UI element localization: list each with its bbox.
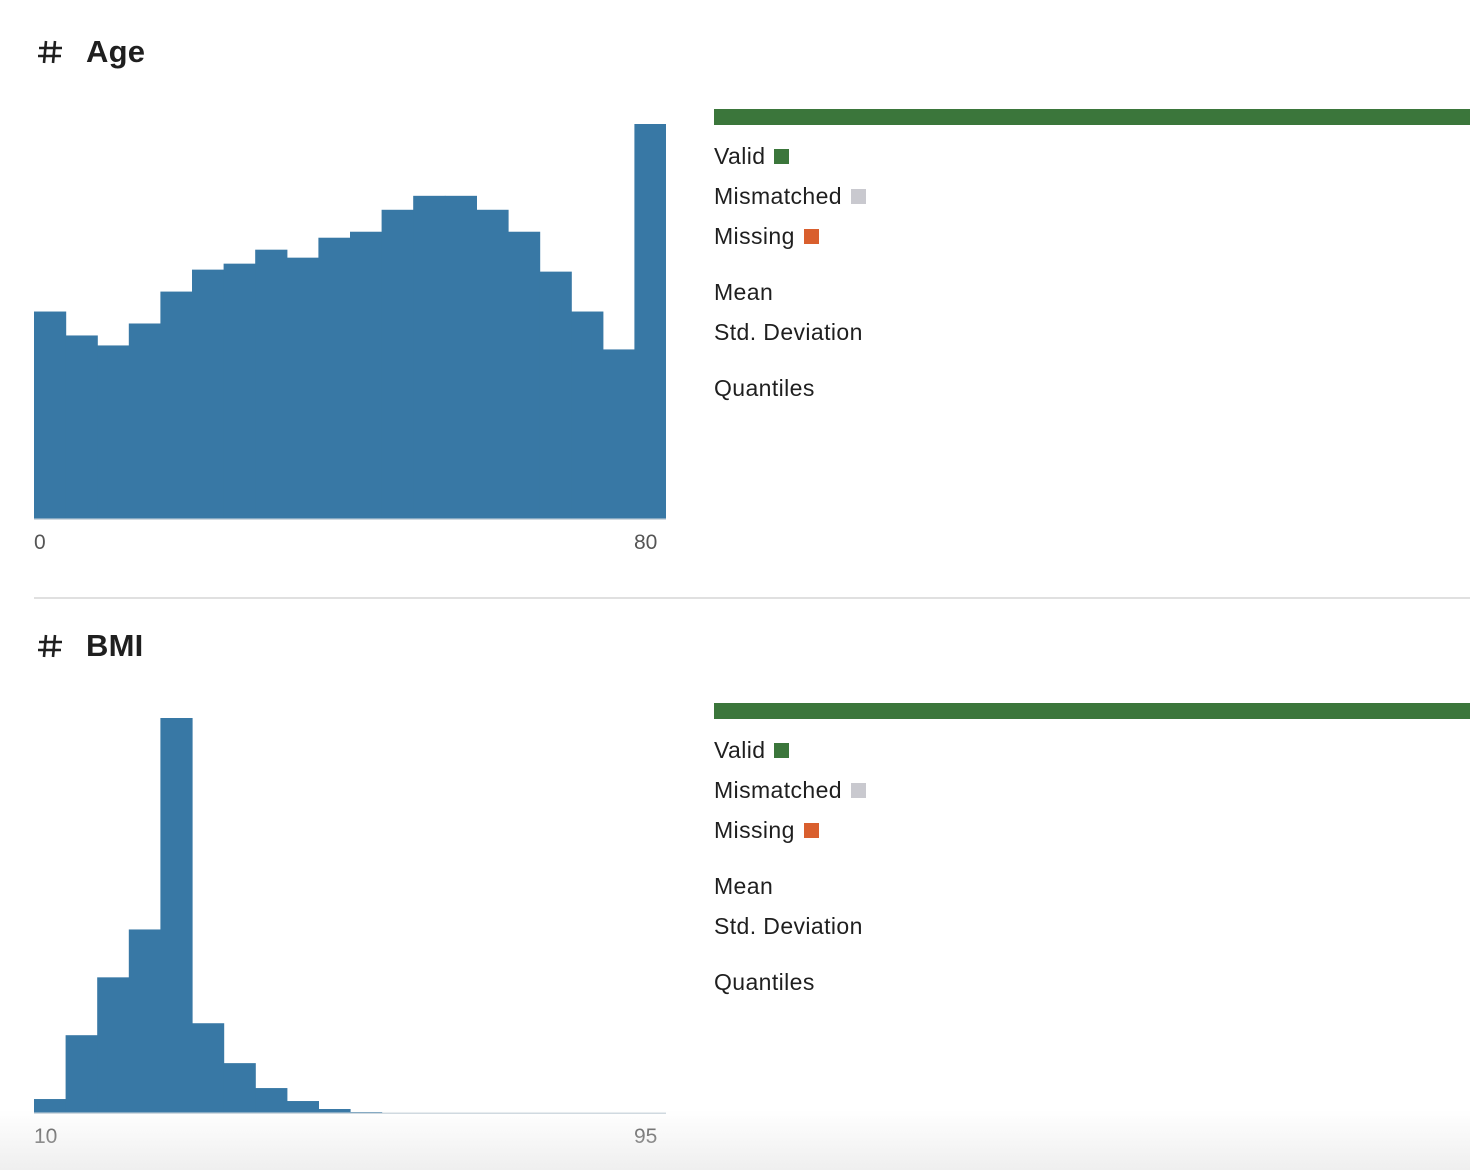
histogram-bar [476,209,509,519]
histogram-bar [34,311,67,519]
mean-label: Mean [714,873,774,899]
histogram-bar [160,291,193,519]
column-header: Age [36,30,145,74]
quantiles-label: Quantiles [714,969,815,995]
missing-swatch [803,823,819,838]
legend-valid: Valid [714,737,790,764]
histogram-bar [160,718,193,1113]
histogram-bar [413,195,446,519]
validity-bar [714,109,1470,125]
std-deviation-label: Std. Deviation [714,913,863,939]
mismatched-swatch [850,189,866,204]
hash-icon [38,40,62,64]
valid-swatch [774,149,790,164]
column-section-age: Age 0 80 Valid Mismatched Missing Mean S… [0,0,1470,597]
validity-valid-segment [714,703,1470,719]
column-stats: Valid Mismatched Missing Mean Std. Devia… [714,703,1470,995]
histogram-bar [34,1099,67,1113]
histogram-bar [128,323,161,519]
mismatched-swatch [850,783,866,798]
axis-max-label: 80 [634,531,658,554]
histogram-bar [255,249,288,519]
histogram-bar [97,345,130,519]
histogram-bar [255,1088,288,1113]
histogram-chart [34,124,666,520]
hash-icon [38,634,62,658]
mean-label: Mean [714,279,774,305]
histogram-bar [634,124,666,519]
histogram-bar [65,335,98,519]
column-header: BMI [36,624,143,668]
histogram-bar [286,257,319,519]
histogram-bar [97,977,130,1113]
histogram-bar [571,311,604,519]
histogram-chart [34,718,666,1114]
legend-valid-label: Valid [714,737,766,763]
validity-bar [714,703,1470,719]
std-deviation-label: Std. Deviation [714,319,863,345]
column-title: Age [86,34,146,69]
legend-missing: Missing [714,817,819,844]
histogram-bar [508,231,541,519]
histogram-bar [65,1035,98,1113]
histogram-bar [128,929,161,1113]
histogram-bar [350,231,383,519]
histogram-bar [223,1063,256,1113]
legend-mismatched-label: Mismatched [714,183,842,209]
axis-min-label: 0 [34,531,46,554]
histogram-bar [286,1101,319,1113]
legend-valid: Valid [714,143,790,170]
column-section-bmi: BMI 10 95 Valid Mismatched Missing Mean … [0,594,1470,1170]
legend-valid-label: Valid [714,143,766,169]
legend-missing-label: Missing [714,817,795,843]
histogram-bar [192,1023,225,1113]
axis-min-label: 10 [34,1125,58,1148]
legend-missing: Missing [714,223,819,250]
valid-swatch [774,743,790,758]
missing-swatch [803,229,819,244]
legend-mismatched: Mismatched [714,777,866,804]
quantiles-label: Quantiles [714,375,815,401]
axis-max-label: 95 [634,1125,658,1148]
histogram-bar [192,269,225,519]
legend-mismatched: Mismatched [714,183,866,210]
histogram-bar [318,1109,351,1113]
histogram-bar [539,271,572,519]
histogram-bar [602,349,635,519]
column-stats: Valid Mismatched Missing Mean Std. Devia… [714,109,1470,401]
histogram-bar [444,195,477,519]
legend-missing-label: Missing [714,223,795,249]
validity-valid-segment [714,109,1470,125]
histogram-bar [223,263,256,519]
histogram-bar [318,237,351,519]
legend-mismatched-label: Mismatched [714,777,842,803]
column-title: BMI [86,628,144,663]
histogram-bar [381,209,414,519]
